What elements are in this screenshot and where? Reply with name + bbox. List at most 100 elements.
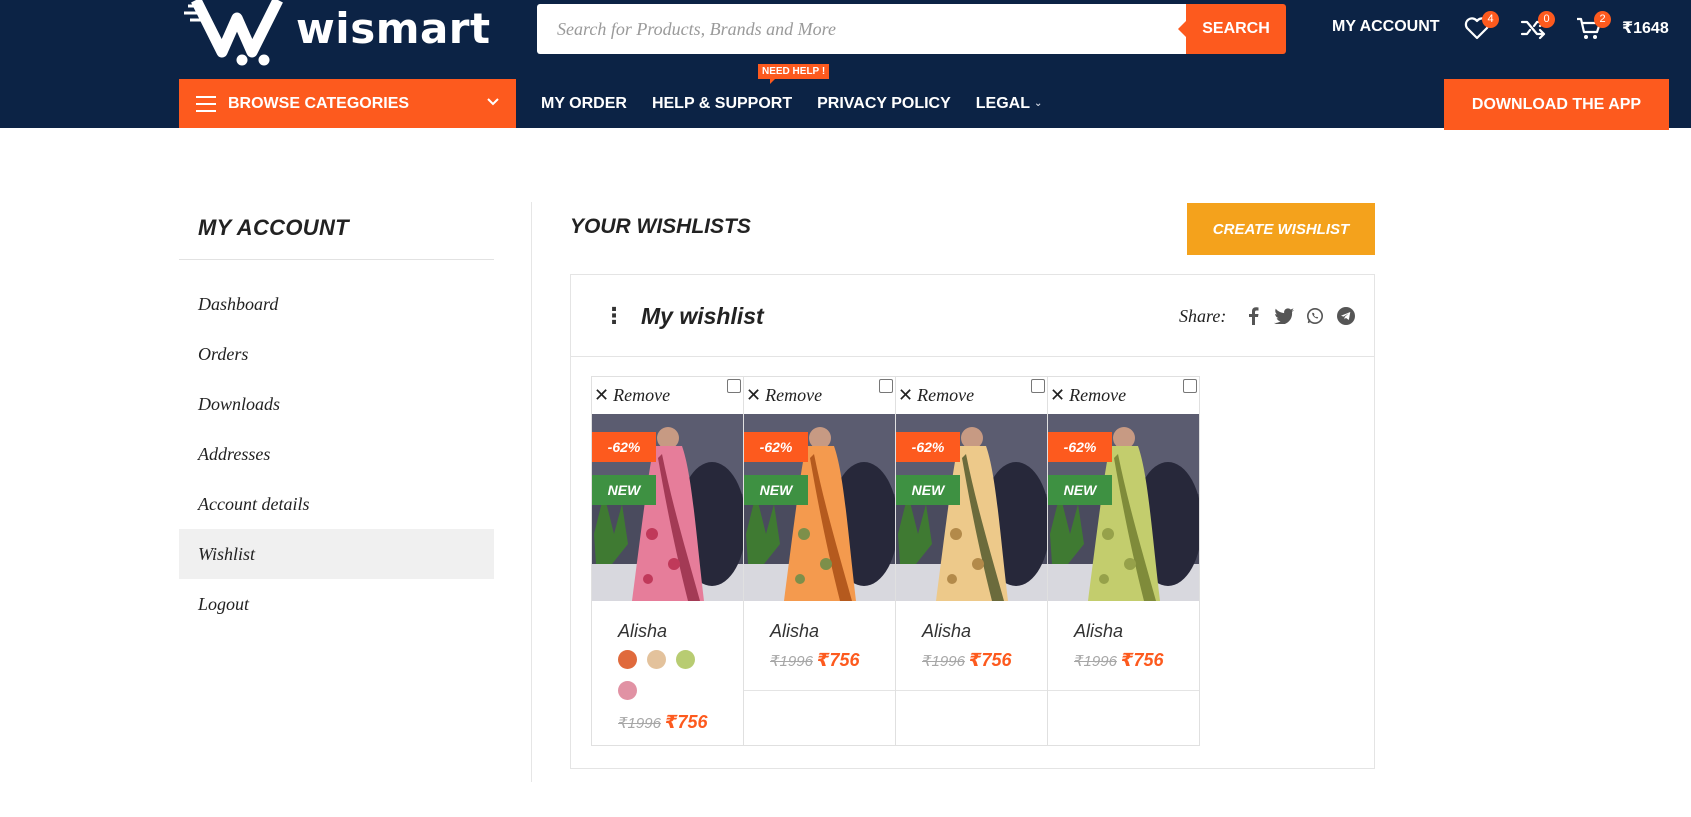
product-info: Alisha ₹1996 ₹756	[744, 601, 895, 691]
compare-count-badge: 0	[1538, 11, 1555, 28]
sidebar-item-logout[interactable]: Logout	[179, 579, 494, 629]
download-app-button[interactable]: DOWNLOAD THE APP	[1444, 79, 1669, 130]
new-badge: NEW	[1048, 475, 1112, 505]
sidebar-title: MY ACCOUNT	[198, 215, 349, 240]
main-nav: MY ORDER HELP & SUPPORT PRIVACY POLICY L…	[541, 64, 1067, 128]
product-info: Alisha ₹1996 ₹756	[1048, 601, 1199, 691]
discount-badge: -62%	[592, 432, 656, 462]
new-badge: NEW	[896, 475, 960, 505]
product-card: ✕ Remove -62% NEW Alisha ₹1996 ₹756	[743, 376, 896, 746]
nav-my-order[interactable]: MY ORDER	[541, 95, 627, 113]
price-row: ₹1996 ₹756	[618, 712, 743, 733]
select-checkbox[interactable]	[879, 379, 893, 393]
share-bar: Share:	[1179, 305, 1366, 327]
sidebar-item-account-details[interactable]: Account details	[179, 479, 494, 529]
product-card: ✕ Remove -62% NEW Alisha ₹1996 ₹756	[1047, 376, 1200, 746]
wishlist-count-badge: 4	[1482, 11, 1499, 28]
cart-total[interactable]: ₹1648	[1622, 18, 1669, 38]
sidebar-item-wishlist[interactable]: Wishlist	[179, 529, 494, 579]
price-row: ₹1996 ₹756	[770, 650, 895, 671]
create-wishlist-button[interactable]: CREATE WISHLIST	[1187, 203, 1375, 255]
menu-icon	[196, 95, 216, 112]
product-card: ✕ Remove -62% NEW Alisha ₹1996 ₹756	[895, 376, 1048, 746]
current-price: ₹756	[664, 712, 708, 732]
sidebar-item-downloads[interactable]: Downloads	[179, 379, 494, 429]
facebook-icon[interactable]	[1242, 305, 1264, 327]
twitter-icon[interactable]	[1273, 305, 1295, 327]
select-checkbox[interactable]	[727, 379, 741, 393]
product-image[interactable]: -62% NEW	[592, 414, 743, 601]
product-name[interactable]: Alisha	[770, 621, 895, 642]
product-name[interactable]: Alisha	[922, 621, 1047, 642]
sidebar-item-orders[interactable]: Orders	[179, 329, 494, 379]
my-account-link[interactable]: MY ACCOUNT	[1332, 18, 1440, 36]
cart-button[interactable]: 2	[1575, 11, 1611, 44]
chevron-down-icon: ⌄	[1033, 98, 1043, 109]
whatsapp-icon[interactable]	[1304, 305, 1326, 327]
color-swatch[interactable]	[618, 650, 637, 669]
select-checkbox[interactable]	[1183, 379, 1197, 393]
nav-help-support[interactable]: HELP & SUPPORT	[652, 95, 792, 113]
color-swatch[interactable]	[647, 650, 666, 669]
product-name[interactable]: Alisha	[1074, 621, 1199, 642]
close-icon: ✕	[594, 385, 610, 405]
wishlist-header: ⋮ My wishlist Share:	[571, 275, 1374, 357]
current-price: ₹756	[1120, 650, 1164, 670]
search-button[interactable]: SEARCH	[1178, 4, 1286, 54]
browse-categories-label: BROWSE CATEGORIES	[228, 94, 410, 112]
logo-text: wismart	[296, 4, 491, 53]
product-card: ✕ Remove -62% NEW Alisha ₹1996 ₹756	[591, 376, 744, 746]
account-nav: Dashboard Orders Downloads Addresses Acc…	[179, 279, 494, 629]
product-image[interactable]: -62% NEW	[744, 414, 895, 601]
old-price: ₹1996	[922, 653, 965, 670]
more-options-icon[interactable]: ⋮	[603, 303, 625, 329]
remove-label: Remove	[917, 384, 975, 405]
search-input[interactable]	[537, 4, 1186, 54]
need-help-badge: NEED HELP !	[758, 64, 830, 84]
product-image[interactable]: -62% NEW	[1048, 414, 1199, 601]
price-row: ₹1996 ₹756	[1074, 650, 1199, 671]
wishlist-name: My wishlist	[641, 303, 764, 329]
old-price: ₹1996	[1074, 653, 1117, 670]
sidebar-item-dashboard[interactable]: Dashboard	[179, 279, 494, 329]
remove-label: Remove	[765, 384, 823, 405]
discount-badge: -62%	[1048, 432, 1112, 462]
cart-logo-icon	[182, 0, 292, 68]
sidebar-divider	[179, 259, 494, 260]
logo[interactable]: wismart	[182, 0, 491, 68]
product-image[interactable]: -62% NEW	[896, 414, 1047, 601]
product-name[interactable]: Alisha	[618, 621, 743, 642]
color-swatch[interactable]	[676, 650, 695, 669]
sidebar-item-addresses[interactable]: Addresses	[179, 429, 494, 479]
select-checkbox[interactable]	[1031, 379, 1045, 393]
product-info: Alisha ₹1996 ₹756	[592, 601, 743, 733]
discount-badge: -62%	[896, 432, 960, 462]
nav-legal-label: LEGAL	[975, 94, 1030, 112]
page-title: YOUR WISHLISTS	[570, 215, 751, 238]
column-divider	[531, 202, 532, 782]
nav-privacy-policy[interactable]: PRIVACY POLICY	[817, 95, 951, 113]
nav-legal[interactable]: LEGAL ⌄	[976, 95, 1043, 113]
remove-button[interactable]: ✕ Remove	[592, 377, 743, 413]
cart-count-badge: 2	[1594, 11, 1611, 28]
wishlist-products: ✕ Remove -62% NEW Alisha ₹1996 ₹756 ✕ Re…	[591, 376, 1200, 746]
remove-button[interactable]: ✕ Remove	[744, 377, 895, 413]
remove-button[interactable]: ✕ Remove	[1048, 377, 1199, 413]
browse-categories-button[interactable]: BROWSE CATEGORIES	[179, 79, 516, 128]
discount-badge: -62%	[744, 432, 808, 462]
compare-button[interactable]: 0	[1519, 11, 1555, 44]
wishlist-panel: ⋮ My wishlist Share: ✕ Remove -62% NEW A…	[570, 274, 1375, 769]
old-price: ₹1996	[618, 715, 661, 732]
new-badge: NEW	[744, 475, 808, 505]
chevron-down-icon	[487, 98, 499, 106]
color-swatch[interactable]	[618, 681, 637, 700]
telegram-icon[interactable]	[1335, 305, 1357, 327]
color-swatches	[618, 650, 718, 712]
site-header: wismart SEARCH MY ACCOUNT 4 0 2 ₹1648 BR…	[0, 0, 1691, 130]
wishlist-button[interactable]: 4	[1463, 11, 1499, 44]
close-icon: ✕	[746, 385, 762, 405]
remove-button[interactable]: ✕ Remove	[896, 377, 1047, 413]
close-icon: ✕	[1050, 385, 1066, 405]
old-price: ₹1996	[770, 653, 813, 670]
price-row: ₹1996 ₹756	[922, 650, 1047, 671]
